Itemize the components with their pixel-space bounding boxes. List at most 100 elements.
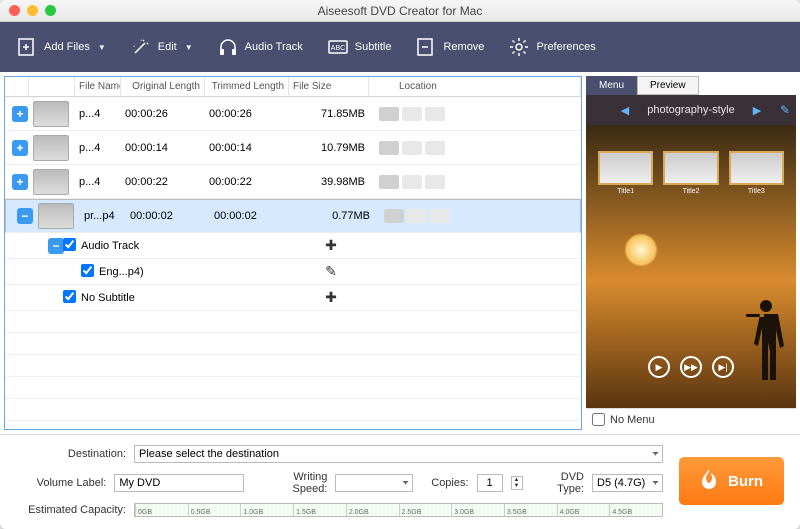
add-audio-icon[interactable]: ✚ xyxy=(291,237,371,254)
no-menu-checkbox[interactable] xyxy=(592,413,605,426)
table-row[interactable]: +p...400:00:2200:00:2239.98MB xyxy=(5,165,581,199)
audio-track-checkbox[interactable] xyxy=(63,238,76,251)
cell-filename: p...4 xyxy=(75,142,121,154)
table-row[interactable]: +p...400:00:2600:00:2671.85MB xyxy=(5,97,581,131)
frame-title: Title2 xyxy=(663,188,718,195)
cell-file-size: 71.85MB xyxy=(289,108,369,120)
capacity-tick: 1.0GB xyxy=(240,504,293,516)
cell-filename: p...4 xyxy=(75,176,121,188)
table-row[interactable]: +p...400:00:1400:00:1410.79MB xyxy=(5,131,581,165)
audio-track-label: Audio Track xyxy=(81,240,291,252)
collapse-icon[interactable]: − xyxy=(48,238,64,254)
add-files-button[interactable]: Add Files ▼ xyxy=(16,36,106,58)
cell-original-length: 00:00:02 xyxy=(126,210,210,222)
cell-trimmed-length: 00:00:22 xyxy=(205,176,289,188)
audio-track-group[interactable]: − Audio Track✚ xyxy=(5,233,581,259)
copies-input[interactable] xyxy=(477,474,503,492)
frame-image xyxy=(663,151,718,185)
cell-trimmed-length: 00:00:26 xyxy=(205,108,289,120)
collapse-icon[interactable]: − xyxy=(17,208,33,224)
remove-label: Remove xyxy=(443,41,484,53)
video-thumbnail xyxy=(33,135,69,161)
subtitle-item[interactable]: No Subtitle✚ xyxy=(5,285,581,311)
audio-track-item[interactable]: Eng...p4)✎ xyxy=(5,259,581,285)
add-files-label: Add Files xyxy=(44,41,90,53)
cell-trimmed-length: 00:00:14 xyxy=(205,142,289,154)
prev-theme-icon[interactable]: ◀ xyxy=(621,104,629,117)
preferences-button[interactable]: Preferences xyxy=(508,36,595,58)
destination-select[interactable]: Please select the destination xyxy=(134,445,663,463)
menu-frame[interactable]: Title1 xyxy=(598,151,653,195)
frame-image xyxy=(598,151,653,185)
capacity-tick: 2.5GB xyxy=(399,504,452,516)
volume-label: Volume Label: xyxy=(16,477,106,489)
skip-icon[interactable]: ▶| xyxy=(712,356,734,378)
next-theme-icon[interactable]: ▶ xyxy=(753,104,761,117)
empty-row xyxy=(5,333,581,355)
audio-track-button[interactable]: Audio Track xyxy=(217,36,303,58)
expand-icon[interactable]: + xyxy=(12,174,28,190)
cell-original-length: 00:00:22 xyxy=(121,176,205,188)
volume-label-input[interactable] xyxy=(114,474,244,492)
subtitle-checkbox[interactable] xyxy=(63,290,76,303)
expand-icon[interactable]: + xyxy=(12,106,28,122)
gear-icon xyxy=(508,36,530,58)
theme-name: photography-style xyxy=(647,104,734,116)
edit-audio-icon[interactable]: ✎ xyxy=(291,263,371,280)
play-icon[interactable]: ▶ xyxy=(648,356,670,378)
magic-wand-icon xyxy=(130,36,152,58)
tab-preview[interactable]: Preview xyxy=(637,76,699,95)
capacity-tick: 4.5GB xyxy=(609,504,662,516)
table-header: File Name Original Length Trimmed Length… xyxy=(5,77,581,97)
chevron-down-icon: ▼ xyxy=(98,43,106,52)
col-original-length[interactable]: Original Length xyxy=(121,77,205,96)
col-trimmed-length[interactable]: Trimmed Length xyxy=(205,77,289,96)
toolbar: Add Files ▼ Edit ▼ Audio Track ABC Subti… xyxy=(0,22,800,72)
empty-row xyxy=(5,355,581,377)
copies-stepper[interactable]: ▲▼ xyxy=(511,476,523,490)
headphones-icon xyxy=(217,36,239,58)
empty-row xyxy=(5,399,581,421)
subtitle-label: Subtitle xyxy=(355,41,392,53)
svg-text:ABC: ABC xyxy=(331,45,345,52)
dvd-type-label: DVD Type: xyxy=(541,471,585,495)
dvd-type-select[interactable]: D5 (4.7G) xyxy=(592,474,663,492)
burn-button[interactable]: Burn xyxy=(679,457,784,505)
bottom-bar: Destination: Please select the destinati… xyxy=(0,435,800,529)
video-thumbnail xyxy=(33,101,69,127)
empty-row xyxy=(5,311,581,333)
capacity-bar: 0GB0.5GB1.0GB1.5GB2.0GB2.5GB3.0GB3.5GB4.… xyxy=(134,503,663,517)
tab-menu[interactable]: Menu xyxy=(586,76,637,95)
next-icon[interactable]: ▶▶ xyxy=(680,356,702,378)
writing-speed-select[interactable] xyxy=(335,474,413,492)
writing-speed-label: Writing Speed: xyxy=(268,471,327,495)
table-body: +p...400:00:2600:00:2671.85MB+p...400:00… xyxy=(5,97,581,429)
remove-button[interactable]: Remove xyxy=(415,36,484,58)
edit-theme-icon[interactable]: ✎ xyxy=(780,103,790,117)
preferences-label: Preferences xyxy=(536,41,595,53)
chevron-down-icon: ▼ xyxy=(185,43,193,52)
video-thumbnail xyxy=(33,169,69,195)
cell-location xyxy=(369,141,581,155)
table-row[interactable]: −pr...p400:00:0200:00:020.77MB xyxy=(5,199,581,233)
col-filename[interactable]: File Name xyxy=(75,77,121,96)
col-file-size[interactable]: File Size xyxy=(289,77,369,96)
capacity-tick: 0GB xyxy=(135,504,188,516)
cell-filename: pr...p4 xyxy=(80,210,126,222)
flame-icon xyxy=(700,469,718,493)
audio-item-label: Eng...p4) xyxy=(81,266,291,278)
menu-frame[interactable]: Title2 xyxy=(663,151,718,195)
subtitle-button[interactable]: ABC Subtitle xyxy=(327,36,392,58)
capacity-tick: 1.5GB xyxy=(293,504,346,516)
add-subtitle-icon[interactable]: ✚ xyxy=(291,289,371,306)
menu-frame[interactable]: Title3 xyxy=(729,151,784,195)
cell-location xyxy=(374,209,564,223)
copies-label: Copies: xyxy=(431,477,468,489)
col-location[interactable]: Location xyxy=(369,77,581,96)
video-thumbnail xyxy=(38,203,74,229)
expand-icon[interactable]: + xyxy=(12,140,28,156)
main-area: File Name Original Length Trimmed Length… xyxy=(0,72,800,435)
frame-title: Title3 xyxy=(729,188,784,195)
titlebar: Aiseesoft DVD Creator for Mac xyxy=(0,0,800,22)
edit-button[interactable]: Edit ▼ xyxy=(130,36,193,58)
